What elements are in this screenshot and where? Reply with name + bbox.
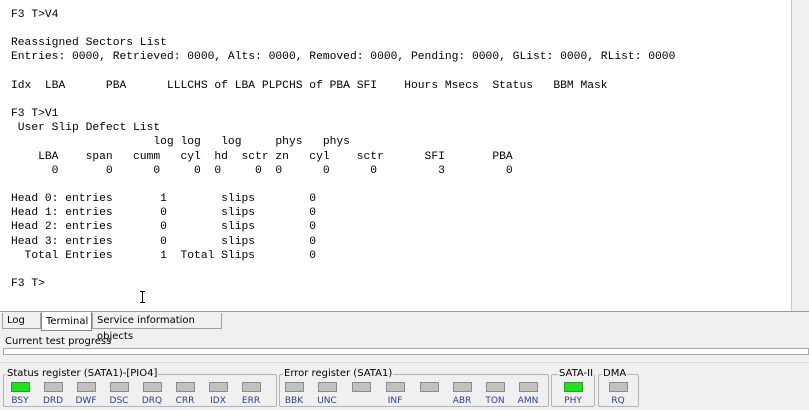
led-dsc (110, 382, 129, 392)
led-label-drd: DRD (42, 396, 64, 406)
progress-label: Current test progress (5, 336, 112, 347)
led-unlabeled-2 (420, 382, 439, 392)
led-crr (176, 382, 195, 392)
error-register-title: Error register (SATA1) (283, 368, 394, 379)
led-dwf (77, 382, 96, 392)
led-drq (143, 382, 162, 392)
tab-service-information-objects-label: Service information objects (97, 315, 195, 342)
led-unlabeled-1 (352, 382, 371, 392)
led-label-dwf: DWF (75, 396, 97, 406)
status-register-title: Status register (SATA1)-[PIO4] (6, 368, 159, 379)
divider (0, 362, 809, 363)
led-rq (609, 382, 628, 392)
led-label-crr: CRR (175, 396, 195, 406)
led-bbk (285, 382, 304, 392)
led-abr (453, 382, 472, 392)
led-phy (564, 382, 583, 392)
tab-bar: Log Terminal Service information objects (0, 311, 809, 342)
tab-terminal-label: Terminal (46, 316, 89, 327)
led-label-ton: TON (485, 396, 505, 406)
led-label-idx: IDX (210, 396, 226, 406)
led-label-abr: ABR (452, 396, 472, 406)
led-label-phy: PHY (564, 396, 582, 406)
led-label-dsc: DSC (109, 396, 129, 406)
led-amn (519, 382, 538, 392)
led-label-err: ERR (241, 396, 261, 406)
dma-title: DMA (602, 368, 628, 379)
tab-terminal[interactable]: Terminal (41, 312, 92, 331)
led-err (242, 382, 261, 392)
led-label-drq: DRQ (141, 396, 163, 406)
led-inf (386, 382, 405, 392)
led-label-unc: UNC (317, 396, 337, 406)
led-label-amn: AMN (517, 396, 539, 406)
led-idx (209, 382, 228, 392)
led-label-inf: INF (387, 396, 403, 406)
led-label-bsy: BSY (11, 396, 29, 406)
led-drd (44, 382, 63, 392)
tab-service-information-objects[interactable]: Service information objects (92, 313, 222, 342)
terminal-output[interactable]: F3 T>V4 Reassigned Sectors List Entries:… (0, 0, 792, 311)
tab-log-label: Log (7, 315, 25, 326)
led-bsy (11, 382, 30, 392)
led-ton (486, 382, 505, 392)
led-label-rq: RQ (611, 396, 625, 406)
terminal-text: F3 T>V4 Reassigned Sectors List Entries:… (11, 9, 676, 290)
progress-bar (3, 348, 809, 355)
sata-ii-title: SATA-II (558, 368, 595, 379)
led-label-bbk: BBK (284, 396, 304, 406)
led-unc (318, 382, 337, 392)
tab-log[interactable]: Log (2, 313, 41, 329)
vertical-scrollbar[interactable] (792, 0, 809, 311)
text-cursor-icon (140, 290, 146, 304)
